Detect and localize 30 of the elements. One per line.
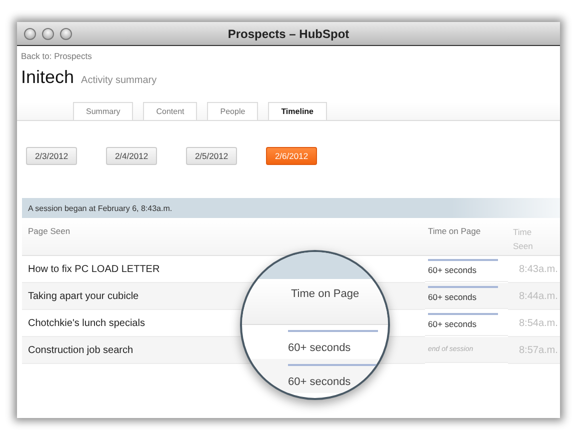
close-button[interactable] [24, 28, 36, 40]
page-subtitle: Activity summary [81, 75, 157, 86]
page-title[interactable]: Chotchkie's lunch specials [28, 318, 145, 328]
time-on-page: 60+ seconds [428, 265, 476, 275]
tab[interactable]: Timeline [268, 102, 326, 120]
company-name: Initech [21, 67, 74, 88]
date-button[interactable]: 2/4/2012 [106, 147, 157, 165]
time-on-page: 60+ seconds [428, 292, 476, 302]
window-title: Prospects – HubSpot [228, 26, 350, 40]
time-seen: 8:57a.m. [518, 344, 558, 356]
time-on-page: 60+ seconds [428, 319, 476, 329]
date-button[interactable]: 2/5/2012 [186, 147, 237, 165]
session-banner: A session began at February 6, 8:43a.m. [22, 198, 560, 218]
zoom-button[interactable] [60, 28, 72, 40]
page-title[interactable]: How to fix PC LOAD LETTER [28, 264, 160, 274]
page-title[interactable]: Construction job search [28, 344, 134, 356]
time-seen: 8:54a.m. [518, 318, 558, 328]
column-header: Time Seen [508, 218, 560, 256]
tab[interactable]: Content [143, 102, 198, 120]
time-seen: 8:44a.m. [518, 290, 558, 302]
tab[interactable]: People [207, 102, 258, 120]
back-link[interactable]: Back to: Prospects [21, 51, 92, 61]
minimize-button[interactable] [42, 28, 54, 40]
tab[interactable]: Summary [73, 102, 134, 120]
magnified-time: 60+ seconds [288, 376, 351, 388]
magnified-time: 60+ seconds [288, 342, 351, 354]
time-seen: 8:43a.m. [518, 264, 558, 274]
date-button[interactable]: 2/3/2012 [26, 147, 77, 165]
magnified-header: Time on Page [291, 288, 360, 302]
page-title[interactable]: Taking apart your cubicle [28, 290, 139, 302]
